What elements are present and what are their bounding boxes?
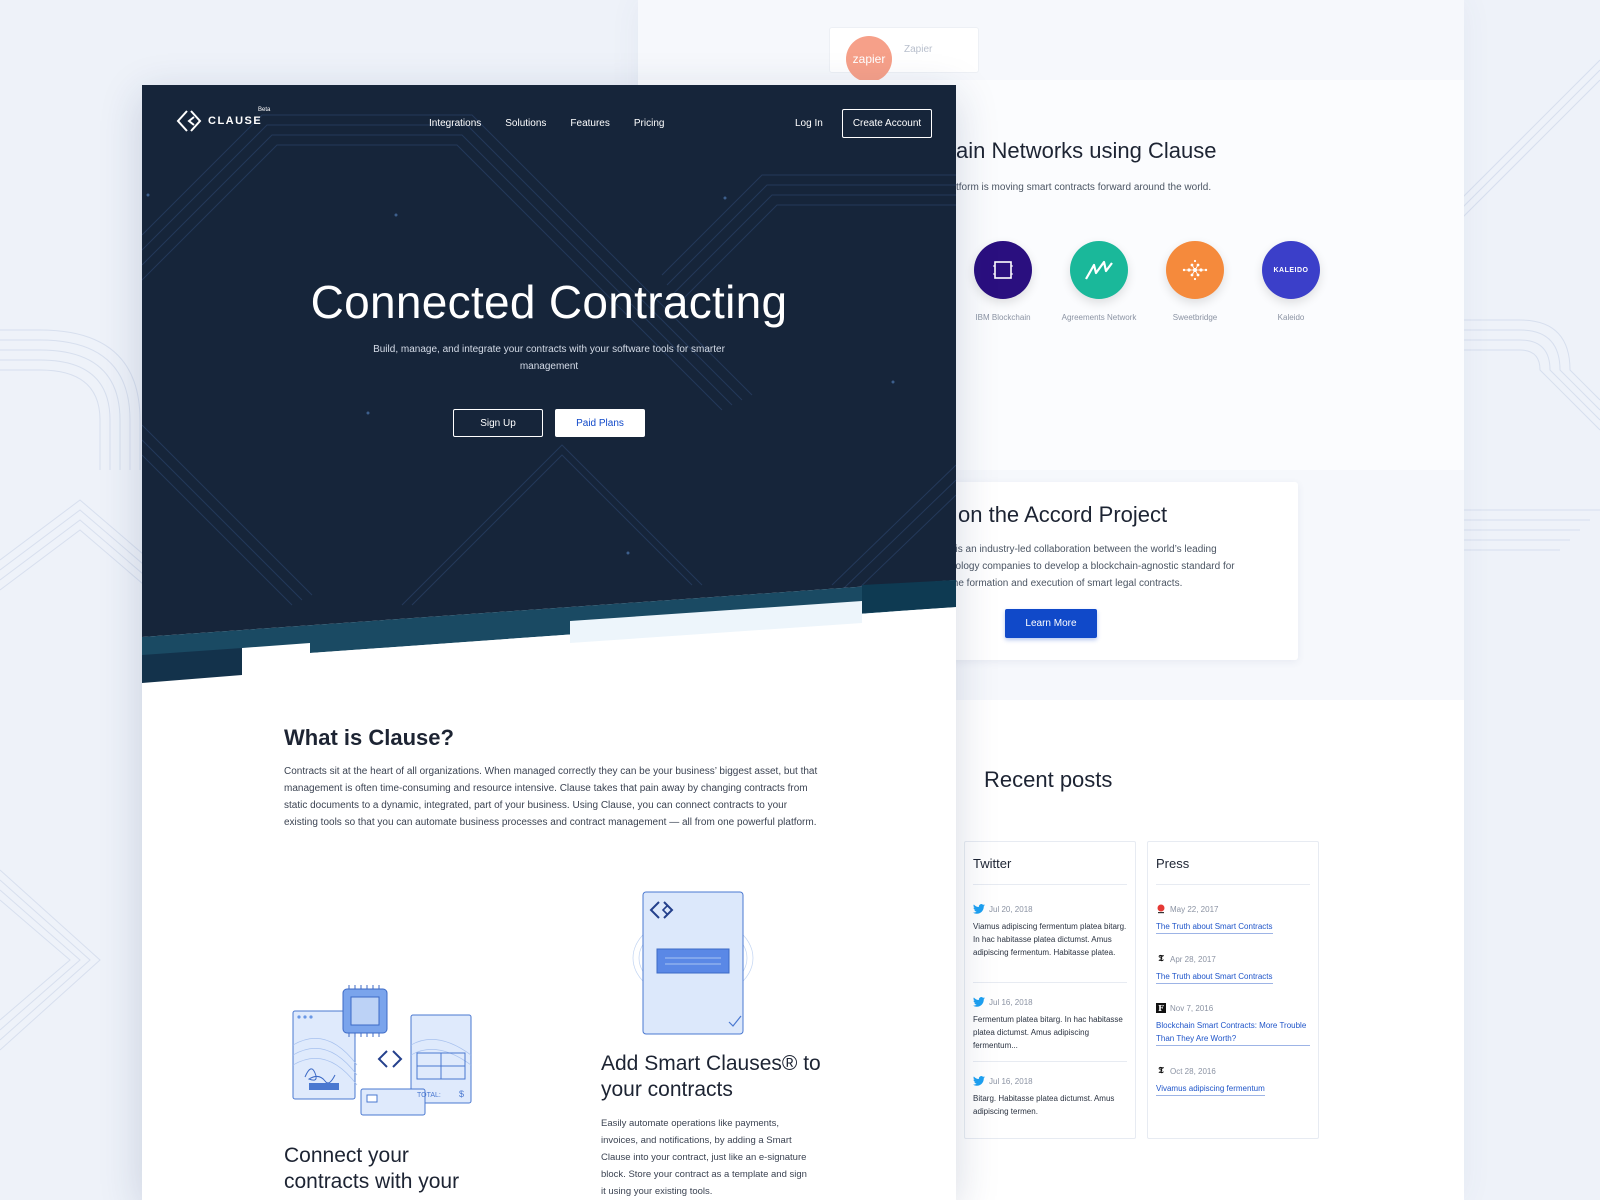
hero-title: Connected Contracting bbox=[310, 276, 788, 328]
network-label: IBM Blockchain bbox=[975, 313, 1031, 322]
network-sweetbridge[interactable]: Sweetbridge bbox=[1150, 241, 1240, 323]
accord-title: on the Accord Project bbox=[958, 502, 1168, 527]
learn-more-button[interactable]: Learn More bbox=[1005, 609, 1097, 638]
tweet-item[interactable]: Jul 20, 2018 Viamus adipiscing fermentum… bbox=[973, 904, 1127, 959]
twitter-bird-icon bbox=[973, 1076, 985, 1086]
network-label: Agreements Network bbox=[1061, 313, 1137, 322]
press-date: May 22, 2017 bbox=[1170, 904, 1219, 914]
zapier-name: Zapier bbox=[904, 44, 933, 55]
network-label: Kaleido bbox=[1277, 313, 1305, 322]
tweet-item[interactable]: Jul 16, 2018 Bitarg. Habitasse platea di… bbox=[973, 1076, 1127, 1118]
blockchain-subtitle: tform is moving smart contracts forward … bbox=[956, 182, 1212, 193]
kaleido-logo-text: KALEIDO bbox=[1273, 266, 1309, 274]
sweetbridge-icon bbox=[1166, 241, 1224, 299]
network-agreements[interactable]: Agreements Network bbox=[1054, 241, 1144, 323]
press-link[interactable]: The Truth about Smart Contracts bbox=[1156, 920, 1273, 934]
connect-illustration: TOTAL: $ bbox=[292, 985, 472, 1116]
hero-slanted-edge bbox=[142, 580, 956, 705]
twitter-title: Twitter bbox=[973, 856, 1127, 885]
divider bbox=[973, 1061, 1127, 1062]
press-title: Press bbox=[1156, 856, 1310, 885]
press-link[interactable]: Vivamus adipiscing fermentum bbox=[1156, 1082, 1265, 1096]
kaleido-icon: KALEIDO bbox=[1262, 241, 1320, 299]
zigzag-icon bbox=[1070, 241, 1128, 299]
nav-features[interactable]: Features bbox=[570, 118, 609, 129]
twitter-bird-icon bbox=[973, 997, 985, 1007]
blockchain-title: ain Networks using Clause bbox=[956, 138, 1217, 163]
zapier-logo: zapier bbox=[846, 36, 892, 82]
smart-clause-illustration bbox=[632, 891, 754, 1035]
paid-plans-button[interactable]: Paid Plans bbox=[555, 409, 645, 437]
hero-subtitle: Build, manage, and integrate your contra… bbox=[373, 344, 725, 372]
tweet-text: Bitarg. Habitasse platea dictumst. Amus … bbox=[973, 1094, 1115, 1116]
smart-clauses-title: Add Smart Clauses® to your contracts bbox=[601, 1052, 821, 1101]
press-link[interactable]: The Truth about Smart Contracts bbox=[1156, 970, 1273, 984]
twitter-column: Twitter Jul 20, 2018 Viamus adipiscing f… bbox=[964, 841, 1136, 1139]
tweet-text: Fermentum platea bitarg. In hac habitass… bbox=[973, 1015, 1123, 1050]
press-date: Oct 28, 2016 bbox=[1170, 1066, 1216, 1076]
what-is-clause-text: Contracts sit at the heart of all organi… bbox=[284, 766, 818, 828]
login-link[interactable]: Log In bbox=[795, 118, 823, 129]
nav-integrations[interactable]: Integrations bbox=[429, 118, 481, 129]
background-lines-right bbox=[1460, 59, 1600, 551]
network-ibm[interactable]: IBM Blockchain bbox=[958, 241, 1048, 323]
divider bbox=[973, 982, 1127, 983]
nav-solutions[interactable]: Solutions bbox=[505, 118, 546, 129]
press-item[interactable]: May 22, 2017 The Truth about Smart Contr… bbox=[1156, 904, 1310, 934]
nyt-icon: 𝕿 bbox=[1158, 1066, 1164, 1076]
beta-badge: Beta bbox=[258, 107, 271, 113]
tweet-date: Jul 16, 2018 bbox=[989, 997, 1033, 1007]
nyt-icon: 𝕿 bbox=[1158, 954, 1164, 964]
zapier-card: zapier Zapier bbox=[829, 27, 979, 82]
connect-title: Connect your contracts with your bbox=[284, 1144, 460, 1193]
network-kaleido[interactable]: KALEIDO Kaleido bbox=[1246, 241, 1336, 323]
square-icon bbox=[974, 241, 1032, 299]
smart-clauses-text: Easily automate operations like payments… bbox=[601, 1118, 807, 1197]
press-item[interactable]: 𝕿 Apr 28, 2017 The Truth about Smart Con… bbox=[1156, 954, 1310, 984]
front-page: CLAUSE Beta Integrations Solutions Featu… bbox=[142, 85, 956, 1200]
recent-posts-title: Recent posts bbox=[984, 767, 1113, 792]
logo-word: CLAUSE bbox=[208, 115, 263, 127]
tweet-date: Jul 16, 2018 bbox=[989, 1076, 1033, 1086]
illustration-total-text: TOTAL: bbox=[417, 1092, 441, 1099]
red-dot-icon bbox=[1157, 904, 1165, 914]
illustration-dollar-text: $ bbox=[459, 1089, 464, 1099]
press-link[interactable]: Blockchain Smart Contracts: More Trouble… bbox=[1156, 1019, 1310, 1046]
clause-logo-icon bbox=[176, 110, 202, 132]
accord-text: t is an industry-led collaboration betwe… bbox=[950, 544, 1235, 589]
press-item[interactable]: 𝕿 Oct 28, 2016 Vivamus adipiscing fermen… bbox=[1156, 1066, 1310, 1096]
accord-card: on the Accord Project t is an industry-l… bbox=[938, 482, 1298, 660]
main-nav: Integrations Solutions Features Pricing bbox=[429, 118, 664, 129]
create-account-button[interactable]: Create Account bbox=[842, 109, 932, 138]
what-is-clause-title: What is Clause? bbox=[284, 725, 454, 750]
press-column: Press May 22, 2017 The Truth about Smart… bbox=[1147, 841, 1319, 1139]
tweet-text: Viamus adipiscing fermentum platea bitar… bbox=[973, 922, 1127, 957]
sign-up-button[interactable]: Sign Up bbox=[453, 409, 543, 437]
press-date: Apr 28, 2017 bbox=[1170, 954, 1216, 964]
tweet-date: Jul 20, 2018 bbox=[989, 904, 1033, 914]
network-label: Sweetbridge bbox=[1172, 313, 1218, 322]
clause-logo[interactable]: CLAUSE Beta bbox=[176, 107, 270, 132]
nav-pricing[interactable]: Pricing bbox=[634, 118, 665, 129]
press-item[interactable]: F Nov 7, 2016 Blockchain Smart Contracts… bbox=[1156, 1003, 1310, 1046]
background-lines-left bbox=[0, 329, 150, 1051]
tweet-item[interactable]: Jul 16, 2018 Fermentum platea bitarg. In… bbox=[973, 997, 1127, 1052]
twitter-bird-icon bbox=[973, 904, 985, 914]
hero-section: CLAUSE Beta Integrations Solutions Featu… bbox=[142, 85, 956, 705]
press-date: Nov 7, 2016 bbox=[1170, 1003, 1214, 1013]
forbes-icon: F bbox=[1156, 1003, 1166, 1013]
